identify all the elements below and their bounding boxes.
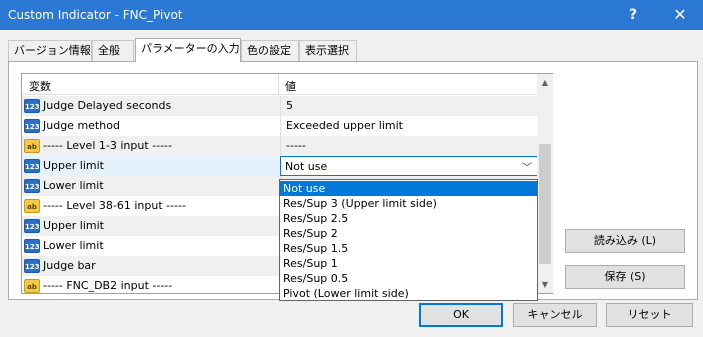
scrollbar-thumb[interactable] [539,144,551,264]
numeric-type-icon: 123 [24,99,40,113]
dropdown-option[interactable]: Not use [280,181,537,196]
param-value: Exceeded upper limit [286,119,403,132]
numeric-type-icon: 123 [24,159,40,173]
dropdown-option[interactable]: Res/Sup 1.5 [280,241,537,256]
tab-label: パラメーターの入力 [141,42,240,55]
title-bar: Custom Indicator - FNC_Pivot ? ✕ [0,0,703,30]
tab-label: 全般 [98,44,120,57]
tab-display-select[interactable]: 表示選択 [299,40,357,61]
tab-parameters[interactable]: パラメーターの入力 [135,38,241,62]
param-name: ----- Level 38-61 input ----- [43,199,186,212]
tab-label: バージョン情報 [14,44,91,57]
dropdown-option[interactable]: Res/Sup 2 [280,226,537,241]
column-header-value: 値 [285,80,296,93]
dropdown-option[interactable]: Pivot (Lower limit side) [280,286,537,301]
dropdown-option[interactable]: Res/Sup 3 (Upper limit side) [280,196,537,211]
ok-button[interactable]: OK [419,303,503,327]
tab-label: 色の設定 [247,44,291,57]
column-separator [278,74,279,95]
tab-color-settings[interactable]: 色の設定 [241,40,299,61]
tab-label: 表示選択 [305,44,349,57]
dropdown-list: Not use Res/Sup 3 (Upper limit side) Res… [279,179,538,301]
tab-version-info[interactable]: バージョン情報 [8,40,92,61]
string-type-icon: ab [24,139,40,153]
param-name: ----- Level 1-3 input ----- [43,139,172,152]
load-button[interactable]: 読み込み (L) [565,229,685,253]
dropdown-option[interactable]: Res/Sup 0.5 [280,271,537,286]
numeric-type-icon: 123 [24,219,40,233]
param-value-cell[interactable]: 5 [280,96,538,116]
param-value: ----- [286,139,306,152]
column-header-variable: 変数 [29,80,51,93]
numeric-type-icon: 123 [24,239,40,253]
param-value-cell[interactable]: Exceeded upper limit [280,116,538,136]
help-button[interactable]: ? [610,0,656,30]
table-row[interactable]: 123 Judge Delayed seconds 5 [22,96,538,116]
scroll-up-icon[interactable]: ▲ [537,74,553,91]
param-name: Judge bar [43,259,96,272]
param-value: 5 [286,99,293,112]
combobox-value: Not use [285,160,328,173]
dropdown-option[interactable]: Res/Sup 1 [280,256,537,271]
window-title: Custom Indicator - FNC_Pivot [8,8,183,22]
param-value-cell[interactable]: ----- [280,136,538,156]
param-name: Upper limit [43,159,104,172]
tab-general[interactable]: 全般 [92,40,134,61]
param-name: ----- FNC_DB2 input ----- [43,279,173,292]
param-name: Judge method [43,119,120,132]
table-row[interactable]: 123 Judge method Exceeded upper limit [22,116,538,136]
reset-button[interactable]: リセット [606,303,693,327]
numeric-type-icon: 123 [24,259,40,273]
numeric-type-icon: 123 [24,119,40,133]
value-combobox[interactable]: Not use ﹀ [280,156,539,176]
dropdown-option[interactable]: Res/Sup 2.5 [280,211,537,226]
numeric-type-icon: 123 [24,179,40,193]
grid-header: 変数 値 [22,74,538,95]
table-row-selected[interactable]: 123 Upper limit Not use ﹀ [22,156,539,176]
cancel-button[interactable]: キャンセル [513,303,597,327]
scroll-down-icon[interactable]: ▼ [537,276,553,293]
param-name: Upper limit [43,219,104,232]
table-row[interactable]: ab ----- Level 1-3 input ----- ----- [22,136,538,156]
save-button[interactable]: 保存 (S) [565,265,685,289]
param-name: Judge Delayed seconds [43,99,172,112]
param-name: Lower limit [43,239,104,252]
param-name: Lower limit [43,179,104,192]
vertical-scrollbar[interactable]: ▲ ▼ [537,74,553,293]
string-type-icon: ab [24,279,40,293]
close-button[interactable]: ✕ [657,0,703,30]
string-type-icon: ab [24,199,40,213]
chevron-down-icon[interactable]: ﹀ [522,159,532,174]
